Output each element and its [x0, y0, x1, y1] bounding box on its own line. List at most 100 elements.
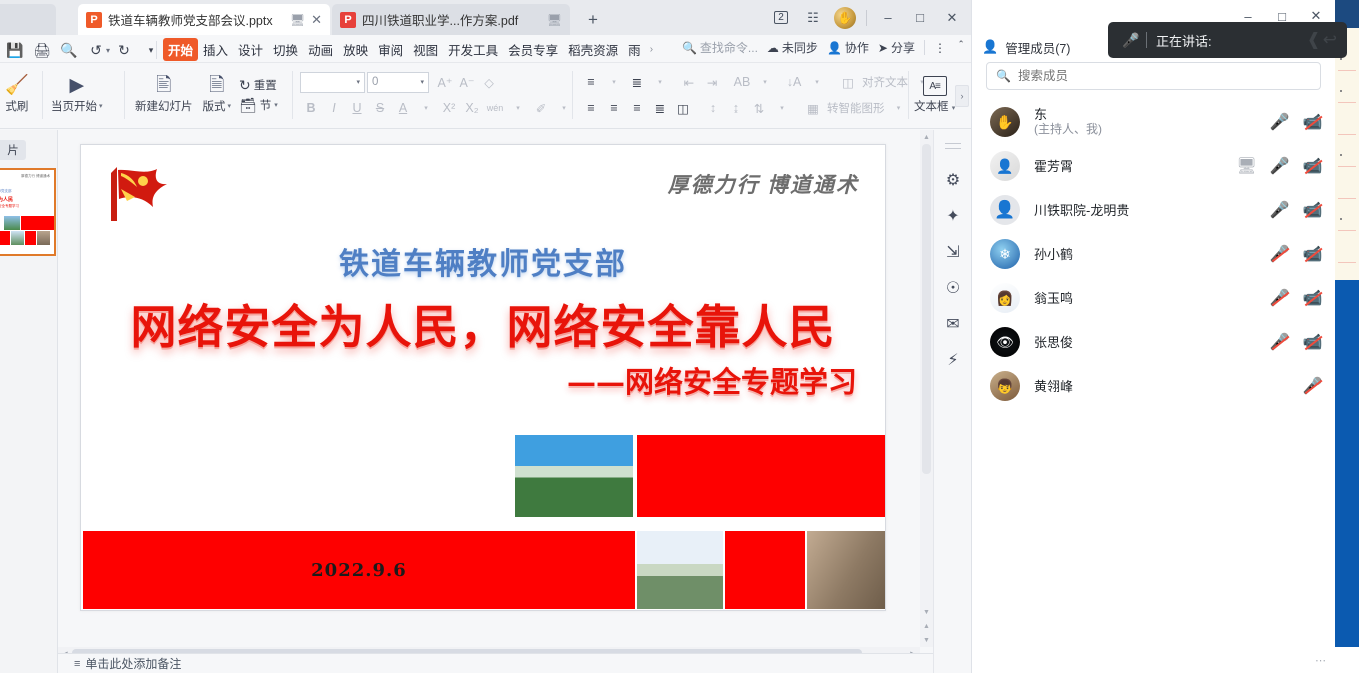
slide-editor[interactable]: 厚德力行 博道通术 铁道车辆教师党支部 网络安全为人民，网络安全靠人民 ——网络…: [80, 144, 886, 611]
member-row[interactable]: 👤 霍芳霄 🖥 🎤 📹: [972, 144, 1335, 188]
command-search[interactable]: 🔍 查找命令...: [682, 39, 758, 56]
camera-off-icon[interactable]: 📹: [1304, 246, 1321, 263]
export-icon[interactable]: ⇲: [943, 242, 963, 262]
camera-off-icon[interactable]: 📹: [1304, 202, 1321, 219]
mic-icon[interactable]: 🎤: [1271, 158, 1288, 175]
justify-button[interactable]: ≣: [649, 98, 671, 119]
paragraph-spacing-button[interactable]: ↨: [725, 98, 747, 119]
prev-slide-icon[interactable]: ▼: [920, 633, 933, 647]
scroll-down-icon[interactable]: ▼: [920, 605, 933, 619]
slides-tab[interactable]: 片: [0, 140, 26, 160]
close-button[interactable]: ✕: [937, 4, 967, 32]
share-button[interactable]: ➤ 分享: [878, 39, 915, 56]
feedback-icon[interactable]: ✉: [943, 314, 963, 334]
line-spacing-button[interactable]: ⇅: [748, 98, 770, 119]
text-direction-button[interactable]: AB: [731, 72, 753, 93]
member-search-box[interactable]: 🔍: [986, 62, 1321, 90]
redo-icon[interactable]: ↻: [111, 39, 137, 61]
search-members-input[interactable]: [1018, 69, 1311, 83]
present-icon[interactable]: 🖥: [547, 13, 562, 27]
layout-button[interactable]: 🗎 版式 ▾: [198, 76, 237, 114]
mic-off-icon[interactable]: 🎤: [1271, 290, 1288, 307]
document-tab-pdf[interactable]: P 四川铁道职业学...作方案.pdf 🖥: [332, 4, 570, 35]
new-slide-button[interactable]: 🖹 新建幻灯片: [130, 76, 198, 114]
section-button[interactable]: 🗃 节 ▾: [239, 97, 278, 114]
numbering-button[interactable]: ≣: [626, 72, 648, 93]
vertical-scroll-thumb[interactable]: [922, 144, 931, 474]
text-orientation-dropdown-icon[interactable]: ▾: [806, 72, 828, 93]
increase-indent-button[interactable]: ⇥: [701, 72, 723, 93]
ribbon-tab-slideshow[interactable]: 放映: [338, 38, 373, 61]
speaking-status-bar[interactable]: 🎤 正在讲话: ❰ ↩: [1108, 22, 1347, 58]
align-left-button[interactable]: ≡: [580, 98, 602, 119]
start-from-current-slide-button[interactable]: ▶ 当页开始 ▾: [46, 76, 108, 114]
ribbon-tabs-more-icon[interactable]: ›: [646, 44, 657, 55]
ribbon-overflow-icon[interactable]: ⋮: [934, 41, 946, 55]
screen-share-icon[interactable]: 🖥: [1238, 158, 1255, 175]
numbering-dropdown-icon[interactable]: ▾: [649, 72, 671, 93]
convert-smartart-label[interactable]: 转智能图形: [825, 98, 887, 119]
ribbon-tab-rain[interactable]: 雨: [623, 38, 646, 61]
font-size-select[interactable]: 0 ▾: [367, 72, 429, 93]
sliders-icon[interactable]: ⚙: [943, 170, 963, 190]
back-arrow-icon[interactable]: ↩: [1323, 30, 1337, 50]
minimize-button[interactable]: –: [873, 4, 903, 32]
user-avatar[interactable]: ✋: [830, 4, 860, 32]
grow-font-button[interactable]: A⁺: [434, 72, 456, 93]
font-name-select[interactable]: ▾: [300, 72, 365, 93]
magic-star-icon[interactable]: ✦: [943, 206, 963, 226]
convert-smartart-dropdown-icon[interactable]: ▾: [888, 98, 910, 119]
print-icon[interactable]: 🖨: [29, 39, 55, 61]
superscript-button[interactable]: X²: [438, 98, 460, 119]
underline-button[interactable]: U: [346, 98, 368, 119]
ribbon-tab-docer[interactable]: 稻壳资源: [563, 38, 623, 61]
align-center-button[interactable]: ≡: [603, 98, 625, 119]
pinyin-guide-button[interactable]: wén: [484, 98, 506, 119]
ribbon-tab-developer[interactable]: 开发工具: [443, 38, 503, 61]
align-right-button[interactable]: ≡: [626, 98, 648, 119]
member-row[interactable]: 👁 张思俊 🎤 📹: [972, 320, 1335, 364]
reset-button[interactable]: ↻ 重置: [239, 77, 278, 94]
present-icon[interactable]: 🖥: [290, 13, 305, 27]
ribbon-tab-design[interactable]: 设计: [233, 38, 268, 61]
screen-count-icon[interactable]: 2: [766, 4, 796, 32]
camera-off-icon[interactable]: 📹: [1304, 290, 1321, 307]
ribbon-tab-animation[interactable]: 动画: [303, 38, 338, 61]
print-preview-icon[interactable]: 🔍: [56, 39, 82, 61]
bold-button[interactable]: B: [300, 98, 322, 119]
app-grid-icon[interactable]: ☷: [798, 4, 828, 32]
next-slide-icon[interactable]: ▲: [920, 619, 933, 633]
vertical-scrollbar[interactable]: ▲ ▼ ▲ ▼: [920, 130, 933, 647]
member-row[interactable]: 👤 川铁职院-龙明贵 🎤 📹: [972, 188, 1335, 232]
camera-off-icon[interactable]: 📹: [1304, 114, 1321, 131]
notes-bar[interactable]: ≡ 单击此处添加备注: [58, 653, 933, 673]
scroll-up-icon[interactable]: ▲: [920, 130, 933, 144]
undo-dropdown-icon[interactable]: ▾: [106, 46, 110, 55]
mic-icon[interactable]: 🎤: [1271, 114, 1288, 131]
camera-off-icon[interactable]: 📹: [1304, 334, 1321, 351]
sync-status[interactable]: ☁ 未同步: [767, 39, 818, 56]
strikethrough-button[interactable]: S: [369, 98, 391, 119]
clear-formatting-button[interactable]: ◇: [478, 72, 500, 93]
text-box-button[interactable]: A≡ 文本框 ▾: [914, 76, 955, 114]
ribbon-tab-member[interactable]: 会员专享: [503, 38, 563, 61]
chevron-down-icon[interactable]: ▾: [228, 102, 232, 110]
text-direction-dropdown-icon[interactable]: ▾: [754, 72, 776, 93]
text-orientation-button[interactable]: ↓A: [783, 72, 805, 93]
camera-off-icon[interactable]: 📹: [1304, 158, 1321, 175]
mic-off-icon[interactable]: 🎤: [1271, 334, 1288, 351]
more-options-icon[interactable]: ⋯: [1315, 654, 1327, 667]
lightning-icon[interactable]: ⚡: [943, 350, 963, 370]
close-icon[interactable]: ✕: [311, 12, 322, 28]
align-text-icon[interactable]: ◫: [837, 72, 859, 93]
new-tab-button[interactable]: +: [582, 9, 604, 31]
line-spacing-increase-button[interactable]: ↕: [702, 98, 724, 119]
distribute-button[interactable]: ◫: [672, 98, 694, 119]
collaborate-button[interactable]: 👤 协作: [827, 39, 869, 56]
shrink-font-button[interactable]: A⁻: [456, 72, 478, 93]
speaking-bar-actions[interactable]: ❰ ↩: [1307, 30, 1338, 50]
document-tab-partial[interactable]: 壳: [0, 4, 56, 35]
member-row[interactable]: ✋ 东 (主持人、我) 🎤 📹: [972, 100, 1335, 144]
member-row[interactable]: 👩 翁玉鸣 🎤 📹: [972, 276, 1335, 320]
highlight-button[interactable]: ✐: [530, 98, 552, 119]
